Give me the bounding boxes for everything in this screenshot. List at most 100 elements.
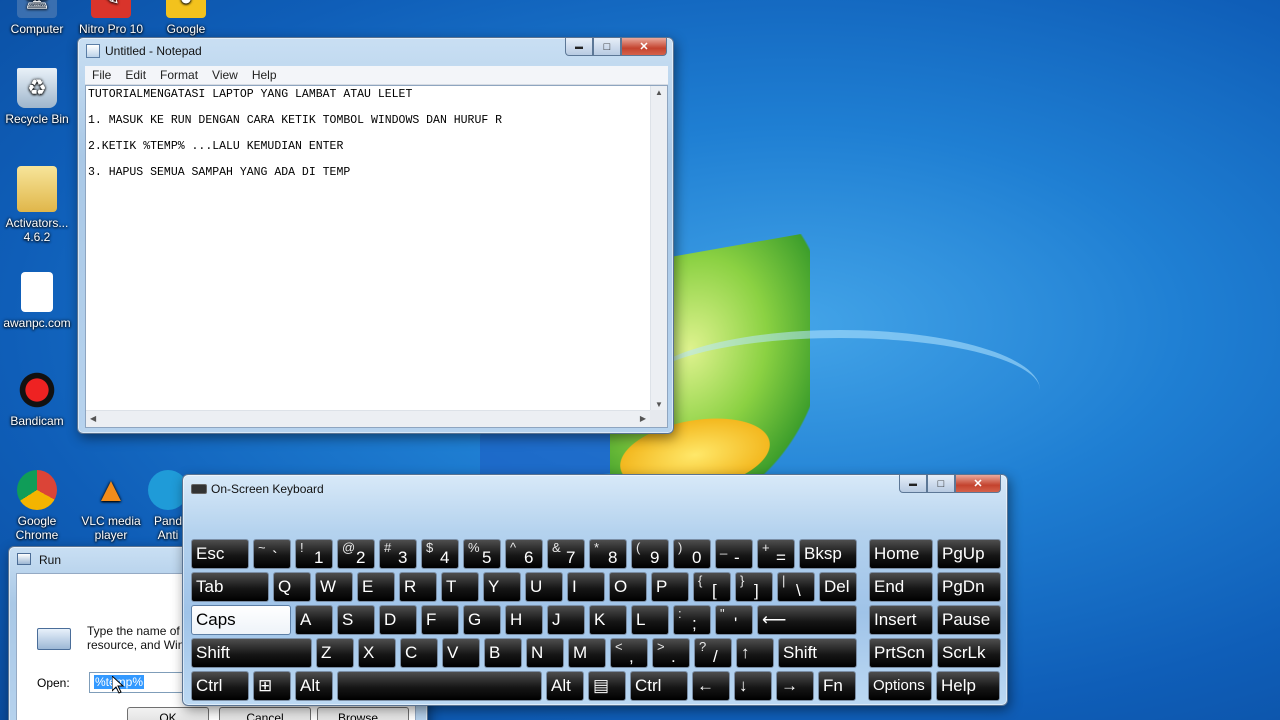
key-del[interactable]: Del (819, 572, 857, 602)
key-o[interactable]: O (609, 572, 647, 602)
key-w[interactable]: W (315, 572, 353, 602)
key-2[interactable]: @2 (337, 539, 375, 569)
ok-button[interactable]: OK (127, 707, 209, 720)
key-help[interactable]: Help (936, 671, 1000, 701)
size-grip[interactable] (650, 410, 667, 427)
key-pgdn[interactable]: PgDn (937, 572, 1001, 602)
key-8[interactable]: * 8 (589, 539, 627, 569)
key-bksp[interactable]: Bksp (799, 539, 857, 569)
key-p[interactable]: P (651, 572, 689, 602)
key-7[interactable]: & 7 (547, 539, 585, 569)
key-ctrl[interactable]: Ctrl (191, 671, 249, 701)
key-6[interactable]: ^ 6 (505, 539, 543, 569)
menu-format[interactable]: Format (153, 66, 205, 84)
key-q[interactable]: Q (273, 572, 311, 602)
key-z[interactable]: Z (316, 638, 354, 668)
desktop-icon-awanpc[interactable]: awanpc.com (0, 272, 74, 330)
key-options[interactable]: Options (868, 671, 932, 701)
scroll-left-icon[interactable]: ◀ (90, 414, 96, 423)
notepad-maximize-button[interactable]: □ (593, 38, 621, 56)
key-l[interactable]: L (631, 605, 669, 635)
key-s[interactable]: S (337, 605, 375, 635)
key-sym0-13[interactable]: + = (757, 539, 795, 569)
key-v[interactable]: V (442, 638, 480, 668)
key-sym1-11[interactable]: {[ (693, 572, 731, 602)
key-m[interactable]: M (568, 638, 606, 668)
horizontal-scrollbar[interactable]: ◀ ▶ (86, 410, 650, 427)
key-alt[interactable]: Alt (295, 671, 333, 701)
vertical-scrollbar[interactable]: ▲ ▼ (650, 86, 667, 411)
notepad-close-button[interactable]: ✕ (621, 38, 667, 56)
key-f[interactable]: F (421, 605, 459, 635)
key-sym3-10[interactable]: ? / (694, 638, 732, 668)
menu-edit[interactable]: Edit (118, 66, 153, 84)
on-screen-keyboard-window[interactable]: On-Screen Keyboard ▬ □ ✕ Esc ~ `! 1 @2 #3 $4% 5… (182, 474, 1008, 706)
key-1[interactable]: ! 1 (295, 539, 333, 569)
desktop-icon-activators[interactable]: Activators... 4.6.2 (0, 166, 74, 244)
desktop-icon-chrome[interactable]: Google Chrome (0, 470, 74, 542)
key-4[interactable]: $4 (421, 539, 459, 569)
desktop-icon-google[interactable]: ● Google (149, 0, 223, 36)
key-a[interactable]: A (295, 605, 333, 635)
key-d[interactable]: D (379, 605, 417, 635)
menu-help[interactable]: Help (245, 66, 284, 84)
key-sym1-12[interactable]: }] (735, 572, 773, 602)
key-sym2-10[interactable]: :; (673, 605, 711, 635)
desktop-icon-recycle-bin[interactable]: ♻ Recycle Bin (0, 68, 74, 126)
key-sym4-7[interactable]: ← (692, 671, 730, 701)
key-sym4-5[interactable]: ▤ (588, 671, 626, 701)
key-c[interactable]: C (400, 638, 438, 668)
key-shift[interactable]: Shift (778, 638, 857, 668)
key-alt[interactable]: Alt (546, 671, 584, 701)
key-g[interactable]: G (463, 605, 501, 635)
browse-button[interactable]: Browse... (317, 707, 409, 720)
key-i[interactable]: I (567, 572, 605, 602)
key-ctrl[interactable]: Ctrl (630, 671, 688, 701)
key-sym2-11[interactable]: " ' (715, 605, 753, 635)
notepad-minimize-button[interactable]: ▬ (565, 38, 593, 56)
key-x[interactable]: X (358, 638, 396, 668)
osk-maximize-button[interactable]: □ (927, 475, 955, 493)
key-shift[interactable]: Shift (191, 638, 312, 668)
key-sym1-13[interactable]: | \ (777, 572, 815, 602)
key-3[interactable]: #3 (379, 539, 417, 569)
desktop-icon-nitro[interactable]: ✎ Nitro Pro 10 (74, 0, 148, 36)
notepad-text-area[interactable]: TUTORIALMENGATASI LAPTOP YANG LAMBAT ATA… (85, 85, 668, 428)
key-space[interactable] (337, 671, 542, 701)
desktop-icon-vlc[interactable]: ▲ VLC media player (74, 470, 148, 543)
key-y[interactable]: Y (483, 572, 521, 602)
key-b[interactable]: B (484, 638, 522, 668)
menu-file[interactable]: File (85, 66, 118, 84)
key-prtscn[interactable]: PrtScn (869, 638, 933, 668)
key-n[interactable]: N (526, 638, 564, 668)
key-insert[interactable]: Insert (869, 605, 933, 635)
key-scrlk[interactable]: ScrLk (937, 638, 1001, 668)
key-caps[interactable]: Caps (191, 605, 291, 635)
key-sym4-1[interactable]: ⊞ (253, 671, 291, 701)
key-sym3-8[interactable]: <, (610, 638, 648, 668)
key-sym3-9[interactable]: >. (652, 638, 690, 668)
key-9[interactable]: (9 (631, 539, 669, 569)
scroll-up-icon[interactable]: ▲ (655, 88, 663, 97)
key-t[interactable]: T (441, 572, 479, 602)
notepad-window[interactable]: Untitled - Notepad ▬ □ ✕ File Edit Forma… (77, 37, 674, 434)
desktop-icon-computer[interactable]: 🖥 Computer (0, 0, 74, 36)
key-r[interactable]: R (399, 572, 437, 602)
key-h[interactable]: H (505, 605, 543, 635)
key-u[interactable]: U (525, 572, 563, 602)
key-sym0-1[interactable]: ~ ` (253, 539, 291, 569)
osk-close-button[interactable]: ✕ (955, 475, 1001, 493)
scroll-right-icon[interactable]: ▶ (640, 414, 646, 423)
key-5[interactable]: % 5 (463, 539, 501, 569)
key-sym4-8[interactable]: ↓ (734, 671, 772, 701)
key-e[interactable]: E (357, 572, 395, 602)
scroll-down-icon[interactable]: ▼ (655, 400, 663, 409)
key-pause[interactable]: Pause (937, 605, 1001, 635)
key-sym2-12[interactable]: ⟵ (757, 605, 857, 635)
key-sym3-11[interactable]: ↑ (736, 638, 774, 668)
key-fn[interactable]: Fn (818, 671, 856, 701)
menu-view[interactable]: View (205, 66, 245, 84)
osk-minimize-button[interactable]: ▬ (899, 475, 927, 493)
key-sym4-9[interactable]: → (776, 671, 814, 701)
key-j[interactable]: J (547, 605, 585, 635)
